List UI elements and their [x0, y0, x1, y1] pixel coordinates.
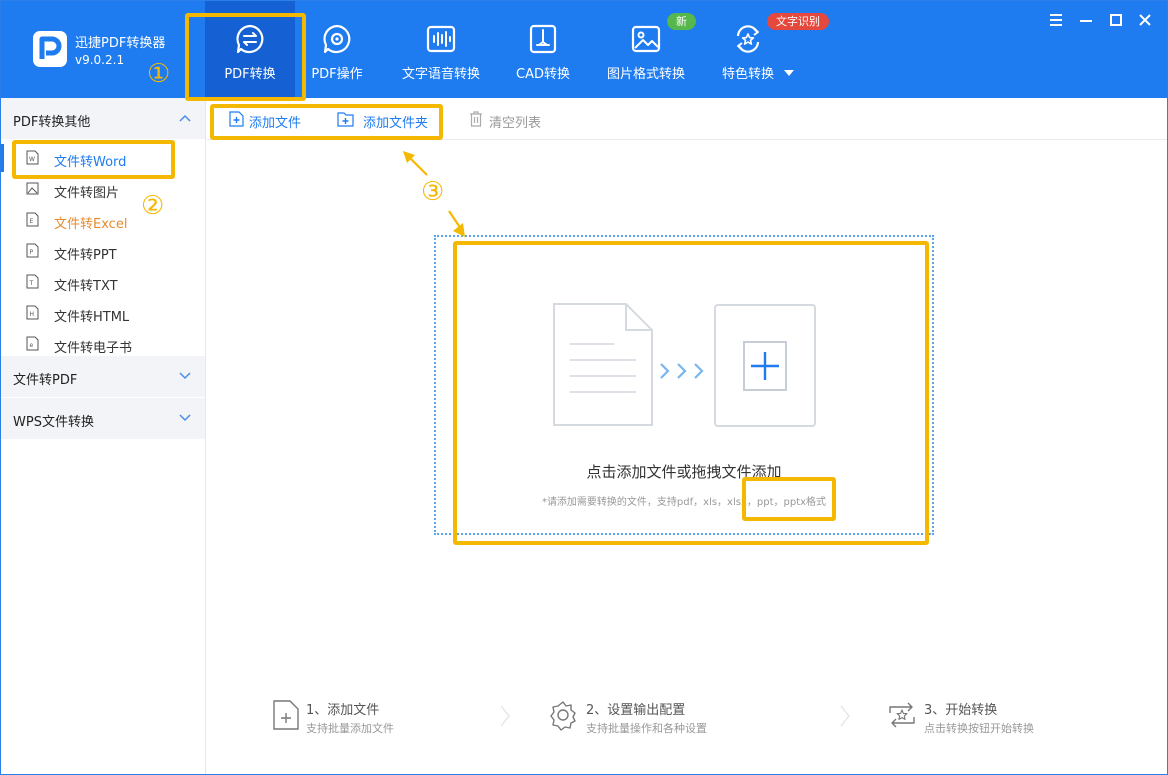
- chevron-down-icon: [179, 372, 191, 380]
- sidebar-group-pdf-other[interactable]: PDF转换其他: [1, 98, 205, 139]
- sidebar-item-label: 文件转PPT: [54, 248, 117, 263]
- tab-label: CAD转换: [516, 67, 570, 82]
- svg-text:E: E: [30, 218, 34, 225]
- trash-icon: [470, 111, 482, 127]
- gear-icon: [550, 701, 576, 731]
- group-label: WPS文件转换: [13, 415, 94, 430]
- sidebar-item-label: 文件转图片: [54, 186, 120, 201]
- chevron-right-icon: [500, 705, 510, 727]
- sidebar-item-label: 文件转Excel: [54, 217, 128, 232]
- sidebar-item-txt[interactable]: T 文件转TXT: [1, 267, 205, 298]
- annotation-number-1: ①: [147, 59, 171, 89]
- step-subtitle: 支持批量操作和各种设置: [586, 722, 707, 735]
- tab-label: 图片格式转换: [606, 67, 685, 82]
- highlight-box-dropzone: [453, 241, 929, 545]
- highlight-box-tab: [185, 13, 306, 101]
- tab-cad[interactable]: CAD转换: [503, 1, 583, 98]
- sidebar-item-html[interactable]: H 文件转HTML: [1, 298, 205, 329]
- audio-wave-icon: [426, 25, 456, 53]
- txt-file-icon: T: [26, 274, 39, 289]
- excel-file-icon: E: [26, 212, 39, 227]
- top-bar: 迅捷PDF转换器 v9.0.2.1 PDF转换 PDF操作 文字语音转换 CAD…: [1, 1, 1167, 98]
- close-icon[interactable]: [1136, 11, 1154, 29]
- menu-icon[interactable]: [1047, 11, 1065, 29]
- convert-icon: [889, 702, 915, 728]
- step-title: 2、设置输出配置: [586, 703, 686, 718]
- svg-text:e: e: [30, 342, 34, 349]
- app-version: v9.0.2.1: [75, 53, 125, 67]
- chevron-right-icon: [840, 705, 850, 727]
- ppt-file-icon: P: [26, 243, 39, 258]
- new-badge: 新: [667, 13, 696, 30]
- cad-icon: [529, 24, 557, 54]
- ebook-file-icon: e: [26, 336, 39, 351]
- svg-text:H: H: [30, 311, 35, 318]
- highlight-box-toolbar: [210, 104, 443, 140]
- image-file-icon: [26, 182, 39, 195]
- step-title: 3、开始转换: [924, 703, 998, 718]
- tab-text-audio[interactable]: 文字语音转换: [391, 1, 491, 98]
- svg-text:T: T: [29, 280, 34, 287]
- chevron-down-icon[interactable]: [783, 69, 795, 77]
- tab-label: PDF操作: [311, 67, 363, 82]
- tab-label: 文字语音转换: [401, 67, 480, 82]
- tab-label: 特色转换: [721, 67, 774, 82]
- step-subtitle: 点击转换按钮开始转换: [924, 722, 1034, 735]
- sidebar-item-ebook[interactable]: e 文件转电子书: [1, 329, 205, 356]
- step-subtitle: 支持批量添加文件: [306, 722, 394, 735]
- ocr-badge: 文字识别: [767, 13, 829, 30]
- group-label: PDF转换其他: [13, 115, 91, 130]
- maximize-icon[interactable]: [1107, 11, 1125, 29]
- add-file-icon: [273, 700, 299, 730]
- group-label: 文件转PDF: [13, 373, 78, 388]
- sidebar-group-to-pdf[interactable]: 文件转PDF: [1, 356, 205, 397]
- highlight-box-formats: [742, 477, 836, 521]
- chevron-down-icon: [179, 414, 191, 422]
- chevron-up-icon: [179, 114, 191, 122]
- app-logo-icon: [33, 31, 67, 67]
- pdf-operate-icon: [323, 24, 351, 54]
- tab-pdf-operate[interactable]: PDF操作: [295, 1, 379, 98]
- html-file-icon: H: [26, 305, 39, 320]
- minimize-icon[interactable]: [1077, 11, 1095, 29]
- sidebar-item-label: 文件转HTML: [54, 310, 130, 325]
- star-convert-icon: [736, 25, 760, 53]
- image-icon: [631, 25, 661, 53]
- app-name: 迅捷PDF转换器: [75, 36, 166, 51]
- app-window: 迅捷PDF转换器 v9.0.2.1 PDF转换 PDF操作 文字语音转换 CAD…: [0, 0, 1168, 775]
- annotation-arrows: [403, 151, 465, 237]
- sidebar-item-ppt[interactable]: P 文件转PPT: [1, 236, 205, 267]
- sidebar-group-wps[interactable]: WPS文件转换: [1, 398, 205, 439]
- clear-list-label: 清空列表: [489, 116, 542, 131]
- step-title: 1、添加文件: [306, 703, 380, 718]
- sidebar-item-label: 文件转电子书: [54, 341, 133, 356]
- sidebar-item-excel[interactable]: E 文件转Excel: [1, 205, 205, 236]
- annotation-number-2: ②: [141, 191, 165, 221]
- svg-text:P: P: [30, 249, 34, 256]
- sidebar-item-label: 文件转TXT: [54, 279, 118, 294]
- highlight-box-word: [12, 140, 175, 179]
